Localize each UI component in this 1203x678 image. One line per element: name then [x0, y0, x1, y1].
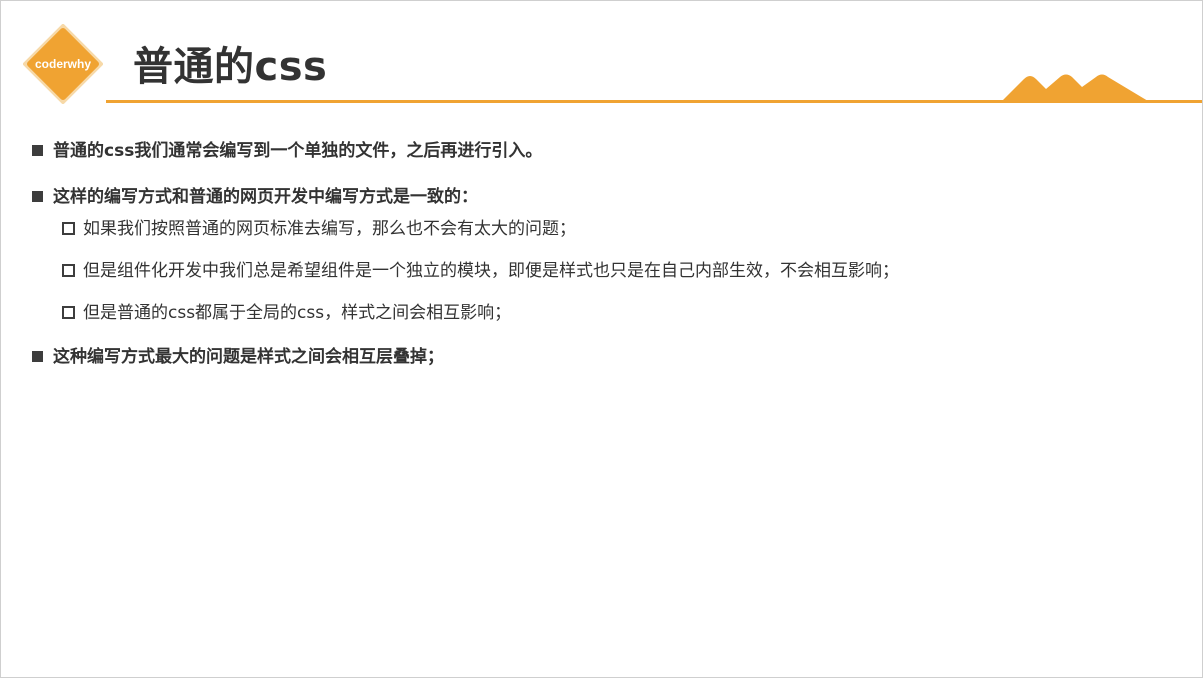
bullet-text: 普通的css我们通常会编写到一个单独的文件，之后再进行引入。: [53, 141, 543, 161]
sub-bullet-item: 但是组件化开发中我们总是希望组件是一个独立的模块，即便是样式也只是在自己内部生效…: [62, 256, 1183, 286]
hollow-square-bullet-icon: [62, 264, 75, 277]
bullet-item: 这样的编写方式和普通的网页开发中编写方式是一致的：: [32, 182, 1183, 212]
sub-bullet-list: 如果我们按照普通的网页标准去编写，那么也不会有太大的问题； 但是组件化开发中我们…: [32, 214, 1183, 328]
logo-diamond-icon: coderwhy: [23, 24, 103, 104]
sub-bullet-item: 但是普通的css都属于全局的css，样式之间会相互影响；: [62, 298, 1183, 328]
header-rule: [106, 100, 1202, 103]
bullet-text: 这种编写方式最大的问题是样式之间会相互层叠掉；: [53, 347, 444, 367]
logo-text: coderwhy: [35, 57, 91, 71]
sub-bullet-text: 但是组件化开发中我们总是希望组件是一个独立的模块，即便是样式也只是在自己内部生效…: [83, 261, 899, 281]
bullet-item: 普通的css我们通常会编写到一个单独的文件，之后再进行引入。: [32, 136, 1183, 166]
hollow-square-bullet-icon: [62, 306, 75, 319]
bullet-text: 这样的编写方式和普通的网页开发中编写方式是一致的：: [53, 187, 478, 207]
mountain-decoration-icon: [1002, 74, 1148, 101]
slide-content: 普通的css我们通常会编写到一个单独的文件，之后再进行引入。 这样的编写方式和普…: [32, 136, 1183, 388]
hollow-square-bullet-icon: [62, 222, 75, 235]
square-bullet-icon: [32, 145, 43, 156]
sub-bullet-item: 如果我们按照普通的网页标准去编写，那么也不会有太大的问题；: [62, 214, 1183, 244]
sub-bullet-text: 如果我们按照普通的网页标准去编写，那么也不会有太大的问题；: [83, 219, 576, 239]
sub-bullet-text: 但是普通的css都属于全局的css，样式之间会相互影响；: [83, 303, 512, 323]
bullet-item: 这种编写方式最大的问题是样式之间会相互层叠掉；: [32, 342, 1183, 372]
page-title: 普通的css: [133, 44, 328, 90]
coderwhy-logo: coderwhy: [23, 24, 103, 104]
square-bullet-icon: [32, 351, 43, 362]
square-bullet-icon: [32, 191, 43, 202]
